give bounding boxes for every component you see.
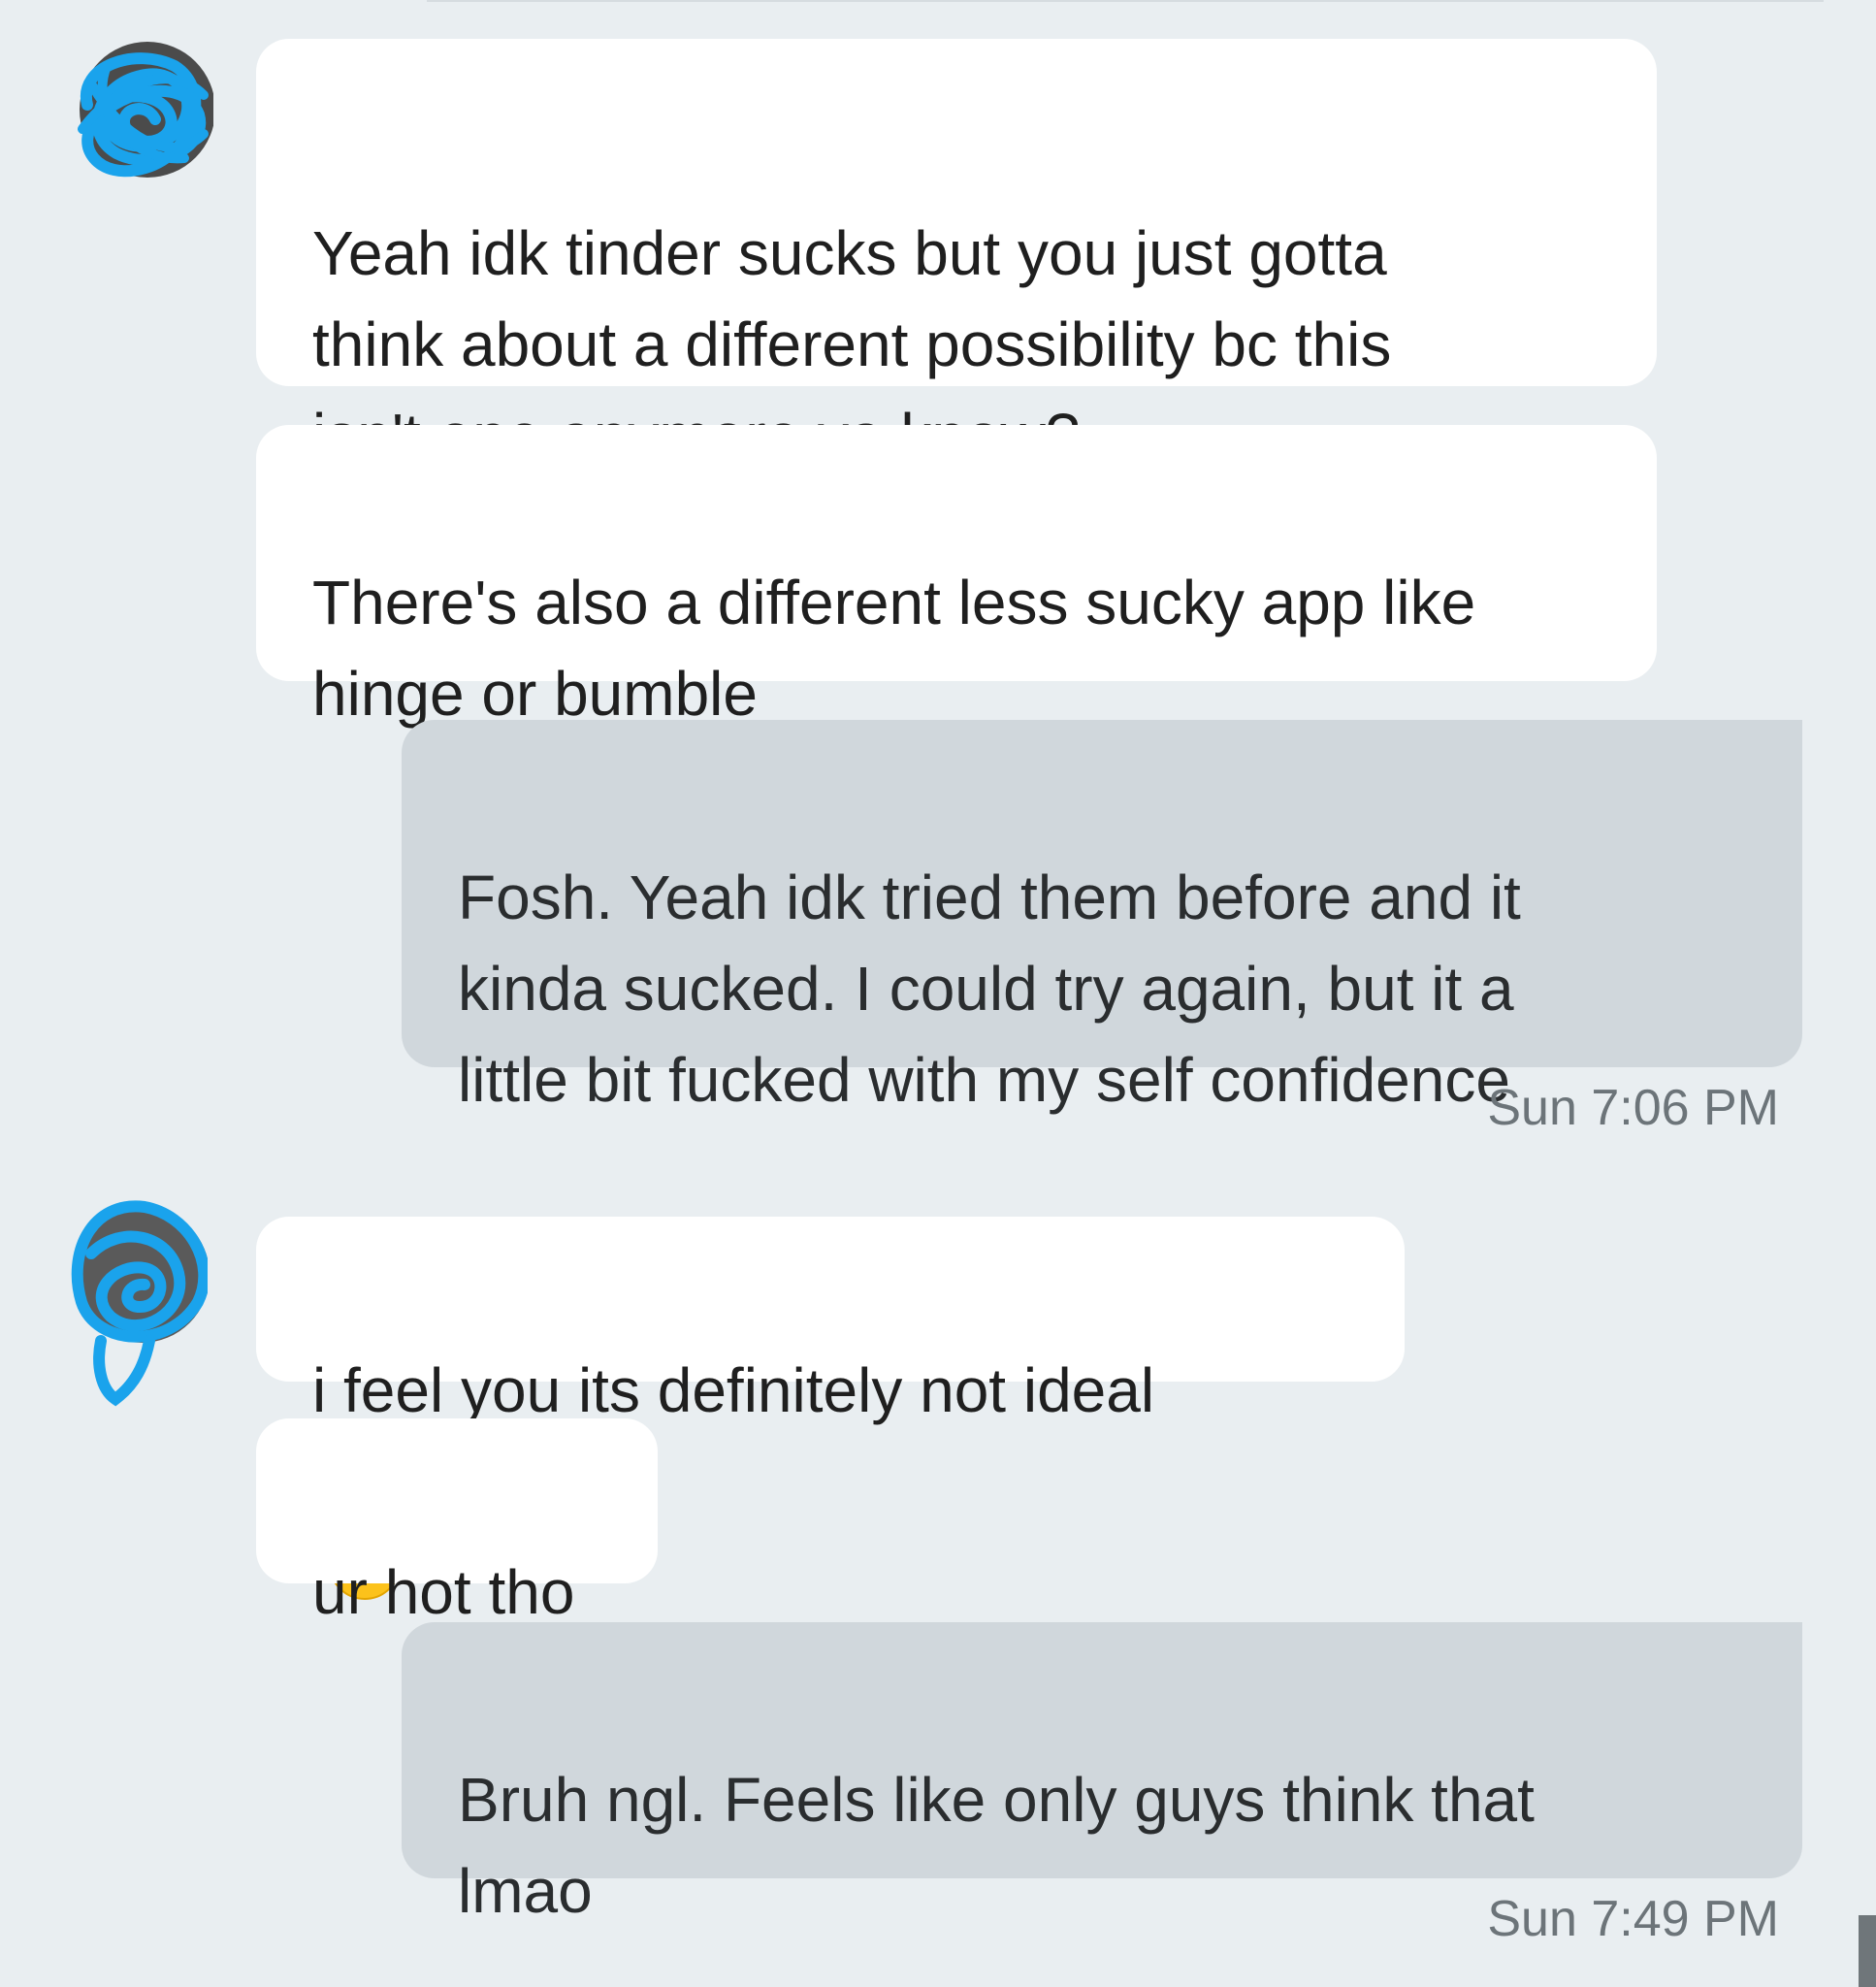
- message-bubble-outgoing[interactable]: Fosh. Yeah idk tried them before and it …: [402, 720, 1802, 1115]
- message-bubble-outgoing[interactable]: Bruh ngl. Feels like only guys think tha…: [402, 1622, 1802, 1926]
- message-text: Fosh. Yeah idk tried them before and it …: [458, 863, 1521, 1115]
- message-bubble-incoming[interactable]: i feel you its definitely not ideal: [256, 1217, 1405, 1600]
- scribbled-avatar-icon: [71, 1200, 208, 1407]
- scrollbar-thumb[interactable]: [1859, 1915, 1876, 1987]
- message-text: There's also a different less sucky app …: [312, 568, 1476, 729]
- message-bubble-incoming[interactable]: Yeah idk tinder sucks but you just gotta…: [256, 39, 1657, 471]
- message-text: Bruh ngl. Feels like only guys think tha…: [458, 1765, 1535, 1926]
- contact-avatar[interactable]: [62, 1195, 208, 1409]
- scribbled-avatar-icon: [78, 42, 213, 178]
- message-timestamp: Sun 7:06 PM: [1487, 1080, 1779, 1136]
- message-text: i feel you its definitely not ideal: [312, 1355, 1155, 1425]
- message-text: ur hot tho: [312, 1557, 575, 1627]
- message-timestamp: Sun 7:49 PM: [1487, 1891, 1779, 1947]
- top-divider: [427, 0, 1824, 2]
- contact-avatar[interactable]: [68, 37, 213, 182]
- message-bubble-incoming[interactable]: ur hot tho: [256, 1418, 658, 1627]
- message-bubble-incoming[interactable]: There's also a different less sucky app …: [256, 425, 1657, 729]
